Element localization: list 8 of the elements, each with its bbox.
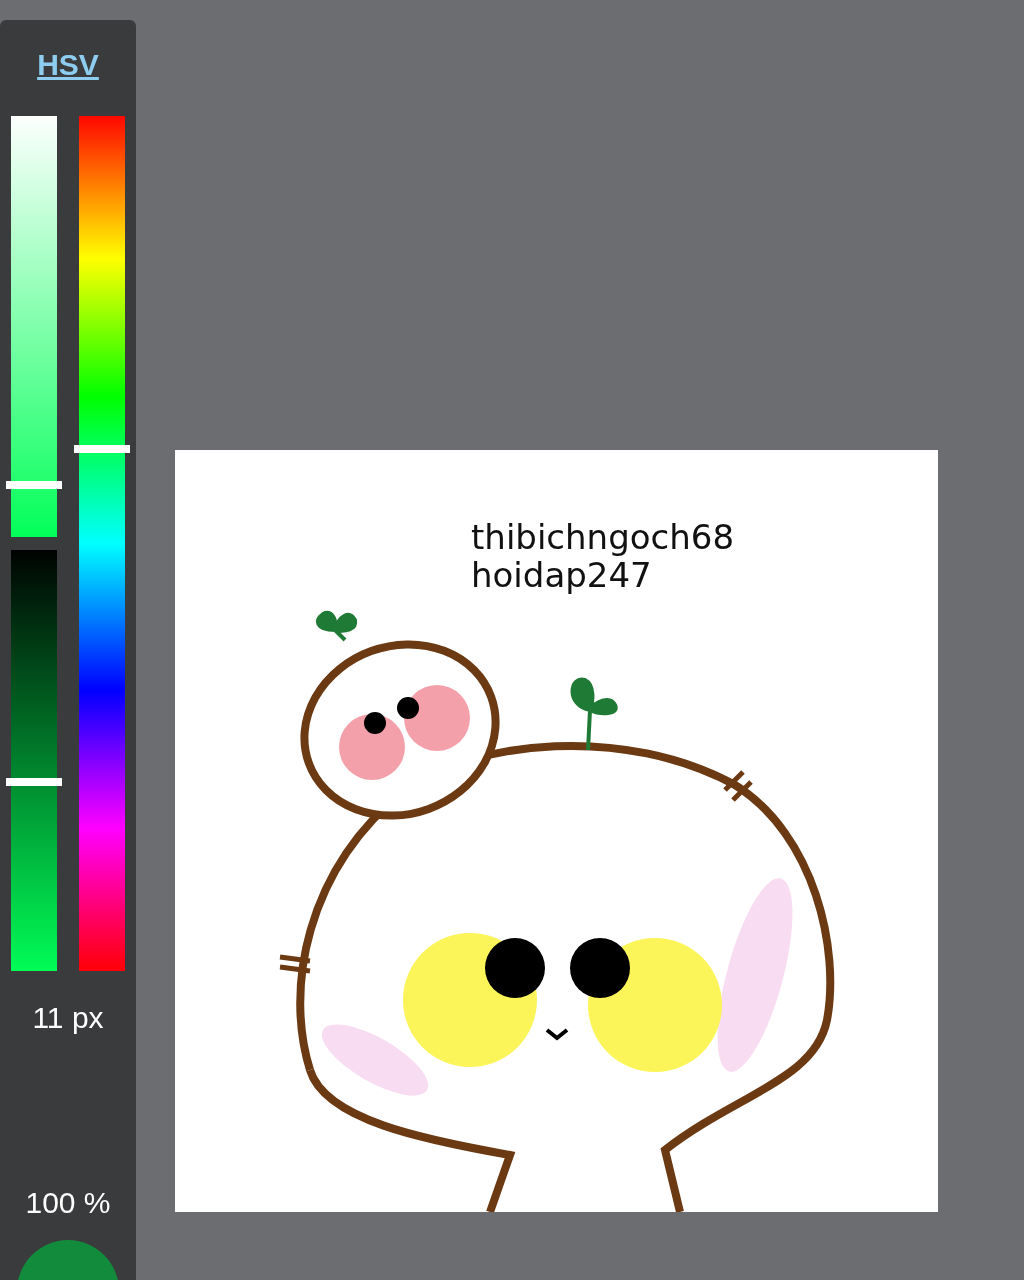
opacity-label: 100 % — [25, 1186, 111, 1220]
slider-handle[interactable] — [74, 444, 130, 453]
canvas-text: thibichngoch68 — [471, 518, 735, 556]
slider-handle[interactable] — [6, 481, 62, 490]
slider-handle[interactable] — [6, 777, 62, 786]
brush-size-label: 11 px — [32, 1001, 104, 1035]
hsv-link[interactable]: HSV — [37, 48, 99, 82]
canvas-text: hoidap247 — [471, 556, 652, 594]
